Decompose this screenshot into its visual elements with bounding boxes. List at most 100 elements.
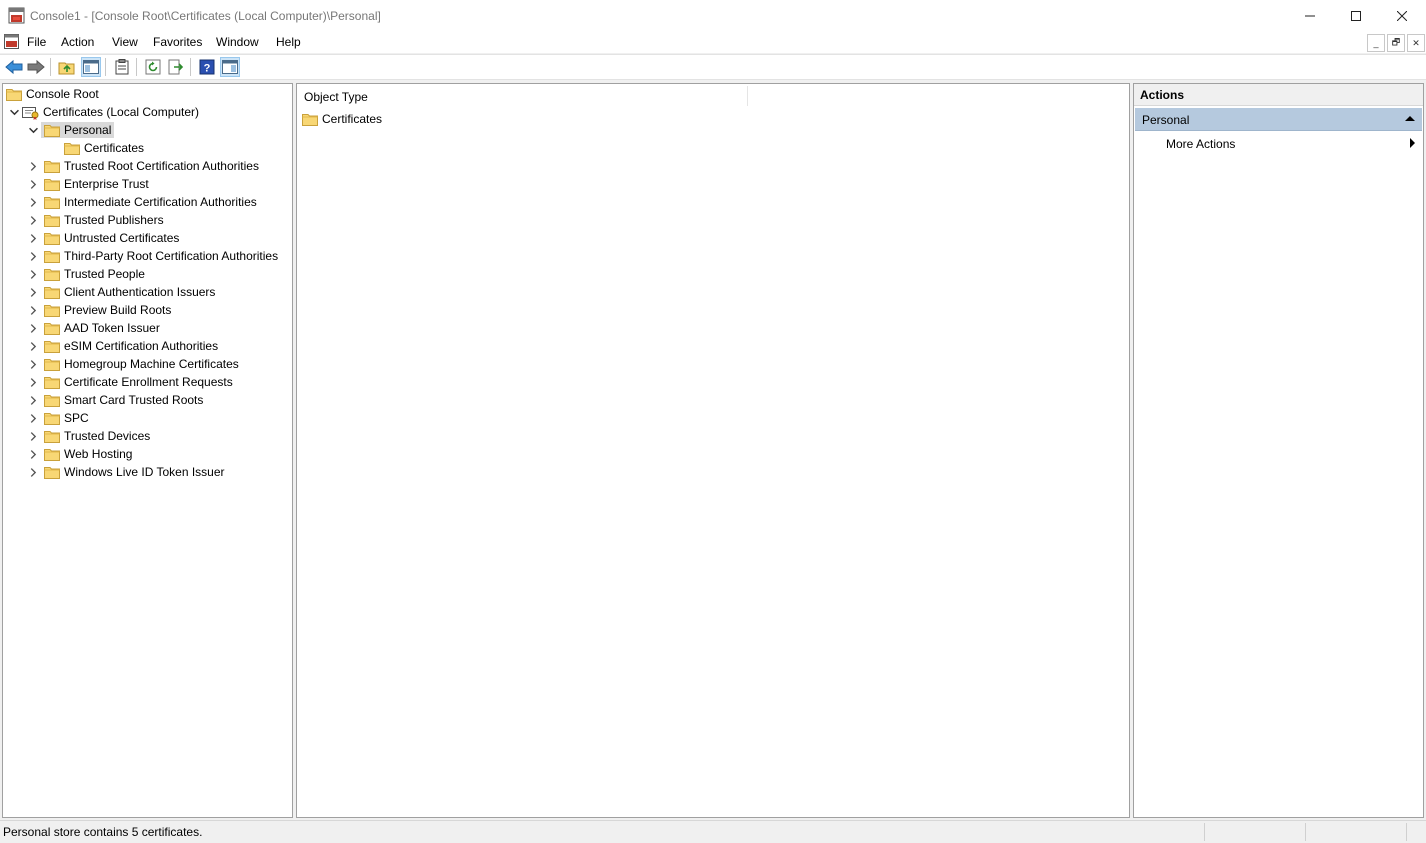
mmc-app-icon[interactable] [8,7,25,24]
tree-item-label: Trusted People [64,267,145,281]
tree-item-store[interactable]: SPC [25,409,92,427]
menu-action[interactable]: Action [61,35,94,49]
folder-icon [44,124,60,137]
expander[interactable] [25,175,41,193]
show-hide-action-pane-button[interactable] [220,57,240,77]
status-separator [1305,823,1306,841]
export-list-button[interactable] [166,57,186,77]
tree-item-store[interactable]: eSIM Certification Authorities [25,337,221,355]
tree-item-store[interactable]: Enterprise Trust [25,175,152,193]
expander[interactable] [25,211,41,229]
tree-item-store[interactable]: Preview Build Roots [25,301,174,319]
more-actions-item[interactable]: More Actions [1135,133,1422,153]
maximize-button[interactable] [1333,0,1379,31]
tree-item-store[interactable]: Smart Card Trusted Roots [25,391,206,409]
mdi-restore-button[interactable]: 🗗 [1387,34,1405,52]
mdi-close-button[interactable]: ✕ [1407,34,1425,52]
minimize-button[interactable] [1287,0,1333,31]
chevron-right-icon [29,360,38,369]
tree-item-store[interactable]: Intermediate Certification Authorities [25,193,260,211]
tree-item-store[interactable]: Trusted Root Certification Authorities [25,157,262,175]
tree-item-store[interactable]: AAD Token Issuer [25,319,163,337]
chevron-right-icon [29,180,38,189]
tree-item-content: Certificate Enrollment Requests [41,374,236,390]
help-button[interactable]: ? [197,57,217,77]
show-hide-console-tree-button[interactable] [81,57,101,77]
refresh-button[interactable] [143,57,163,77]
chevron-right-icon [29,198,38,207]
actions-section-personal[interactable]: Personal [1135,108,1422,131]
expander[interactable] [6,103,22,121]
status-bar: Personal store contains 5 certificates. [0,820,1426,843]
menu-view[interactable]: View [112,35,138,49]
tree-item-certificates-local-computer[interactable]: Certificates (Local Computer) [6,103,202,121]
tree-item-store[interactable]: Untrusted Certificates [25,229,182,247]
expander[interactable] [25,355,41,373]
tree-item-content: Client Authentication Issuers [41,284,218,300]
folder-icon [302,113,318,126]
tree-item-label: Web Hosting [64,447,133,461]
tree-item-store[interactable]: Web Hosting [25,445,135,463]
collapse-triangle-icon[interactable] [1405,116,1415,121]
tree-item-label: Console Root [26,87,99,101]
properties-button[interactable] [112,57,132,77]
expander[interactable] [25,463,41,481]
list-header: Object Type [297,84,1129,108]
tree-item-store[interactable]: Trusted People [25,265,148,283]
list-item[interactable]: Certificates [302,110,382,128]
console-tree-pane[interactable]: Console Root Certificates (Local Compute… [2,83,293,818]
expander[interactable] [25,319,41,337]
tree-item-label: Third-Party Root Certification Authoriti… [64,249,279,263]
menu-help[interactable]: Help [276,35,301,49]
expander[interactable] [25,247,41,265]
expander[interactable] [25,301,41,319]
expander[interactable] [25,445,41,463]
folder-icon [44,340,60,353]
mdi-minimize-button[interactable]: _ [1367,34,1385,52]
tree-item-console-root[interactable]: Console Root [6,85,102,103]
tree-item-store[interactable]: Certificate Enrollment Requests [25,373,236,391]
actions-pane: Actions Personal More Actions [1133,83,1424,818]
up-one-level-button[interactable] [57,57,77,77]
menu-file[interactable]: File [27,35,46,49]
toolbar-separator [136,58,137,76]
close-button[interactable] [1379,0,1425,31]
expander[interactable] [25,373,41,391]
forward-button[interactable] [26,57,46,77]
expander[interactable] [25,337,41,355]
expander[interactable] [25,193,41,211]
tree-item-content: SPC [41,410,92,426]
expander[interactable] [25,229,41,247]
column-header-object-type[interactable]: Object Type [304,90,368,104]
list-item-label: Certificates [322,112,383,126]
menu-window[interactable]: Window [216,35,259,49]
folder-icon [64,142,80,155]
folder-icon [44,250,60,263]
tree-item-store[interactable]: Windows Live ID Token Issuer [25,463,228,481]
folder-icon [44,394,60,407]
tree-item-personal[interactable]: Personal [25,121,115,139]
tree-item-store[interactable]: Trusted Devices [25,427,153,445]
results-pane[interactable]: Object Type Certificates [296,83,1130,818]
tree-item-personal-certificates[interactable]: Certificates [64,139,147,157]
expander[interactable] [25,157,41,175]
show-hide-console-tree-icon [83,60,99,74]
tree-item-store[interactable]: Homegroup Machine Certificates [25,355,242,373]
menu-favorites[interactable]: Favorites [153,35,202,49]
column-separator[interactable] [747,86,748,106]
expander[interactable] [25,409,41,427]
expander[interactable] [25,283,41,301]
back-button[interactable] [4,57,24,77]
toolbar-separator [105,58,106,76]
toolbar: ? [0,54,1426,80]
expander[interactable] [25,391,41,409]
tree-item-content: Smart Card Trusted Roots [41,392,206,408]
expander[interactable] [25,121,41,139]
tree-item-store[interactable]: Client Authentication Issuers [25,283,218,301]
expander[interactable] [25,265,41,283]
tree-item-store[interactable]: Trusted Publishers [25,211,167,229]
expander[interactable] [25,427,41,445]
title-bar[interactable]: Console1 - [Console Root\Certificates (L… [0,0,1426,31]
mmc-system-menu-icon[interactable] [4,34,19,49]
tree-item-store[interactable]: Third-Party Root Certification Authoriti… [25,247,281,265]
